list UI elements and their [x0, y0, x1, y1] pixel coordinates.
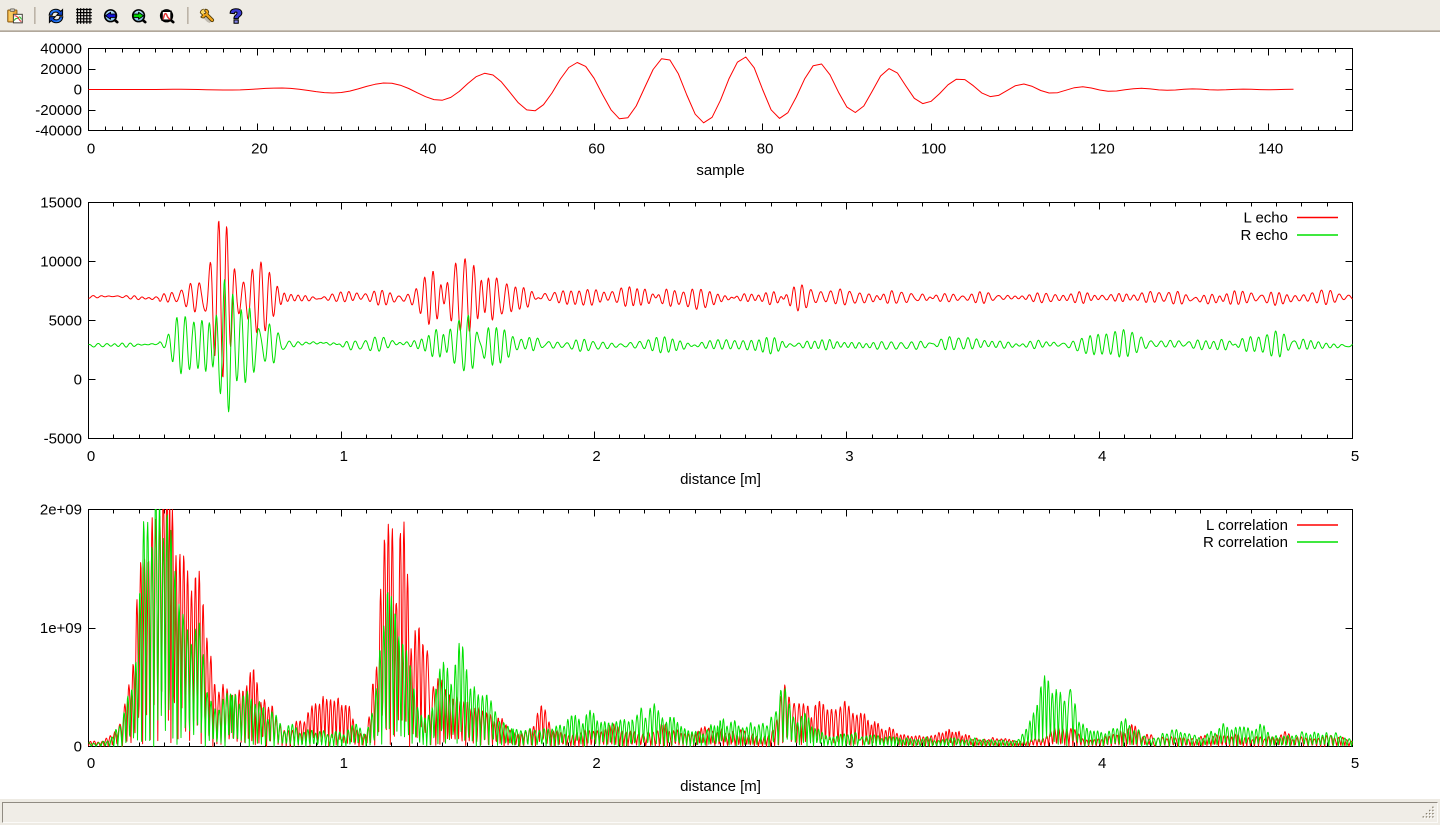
svg-text:4: 4	[1098, 755, 1106, 772]
svg-text:R correlation: R correlation	[1203, 534, 1288, 551]
svg-text:3: 3	[845, 448, 853, 465]
svg-text:L correlation: L correlation	[1206, 517, 1288, 534]
svg-text:1: 1	[340, 755, 348, 772]
svg-text:20: 20	[251, 141, 268, 158]
svg-text:20000: 20000	[40, 61, 82, 78]
svg-text:2: 2	[592, 755, 600, 772]
svg-text:sample: sample	[696, 162, 744, 179]
svg-text:60: 60	[588, 141, 605, 158]
svg-text:0: 0	[87, 755, 95, 772]
svg-text:10000: 10000	[40, 254, 82, 271]
svg-text:40: 40	[420, 141, 437, 158]
svg-text:1: 1	[340, 448, 348, 465]
svg-text:0: 0	[74, 82, 82, 99]
svg-text:1e+09: 1e+09	[40, 620, 82, 637]
svg-text:L echo: L echo	[1244, 210, 1288, 227]
svg-text:2: 2	[592, 448, 600, 465]
svg-text:2e+09: 2e+09	[40, 502, 82, 519]
svg-text:0: 0	[74, 372, 82, 389]
svg-text:80: 80	[757, 141, 774, 158]
svg-text:-5000: -5000	[44, 431, 82, 448]
svg-text:4: 4	[1098, 448, 1106, 465]
svg-text:5000: 5000	[49, 313, 82, 330]
svg-text:-40000: -40000	[35, 123, 82, 140]
svg-text:5: 5	[1351, 755, 1359, 772]
svg-text:0: 0	[87, 448, 95, 465]
svg-text:0: 0	[87, 141, 95, 158]
svg-text:100: 100	[921, 141, 946, 158]
svg-text:R echo: R echo	[1240, 227, 1288, 244]
svg-text:5: 5	[1351, 448, 1359, 465]
svg-text:0: 0	[74, 739, 82, 756]
svg-text:40000: 40000	[40, 41, 82, 58]
svg-text:-20000: -20000	[35, 102, 82, 119]
svg-text:distance [m]: distance [m]	[680, 471, 761, 488]
svg-text:15000: 15000	[40, 195, 82, 212]
svg-text:140: 140	[1258, 141, 1283, 158]
svg-text:3: 3	[845, 755, 853, 772]
svg-text:distance [m]: distance [m]	[680, 778, 761, 795]
svg-text:120: 120	[1090, 141, 1115, 158]
